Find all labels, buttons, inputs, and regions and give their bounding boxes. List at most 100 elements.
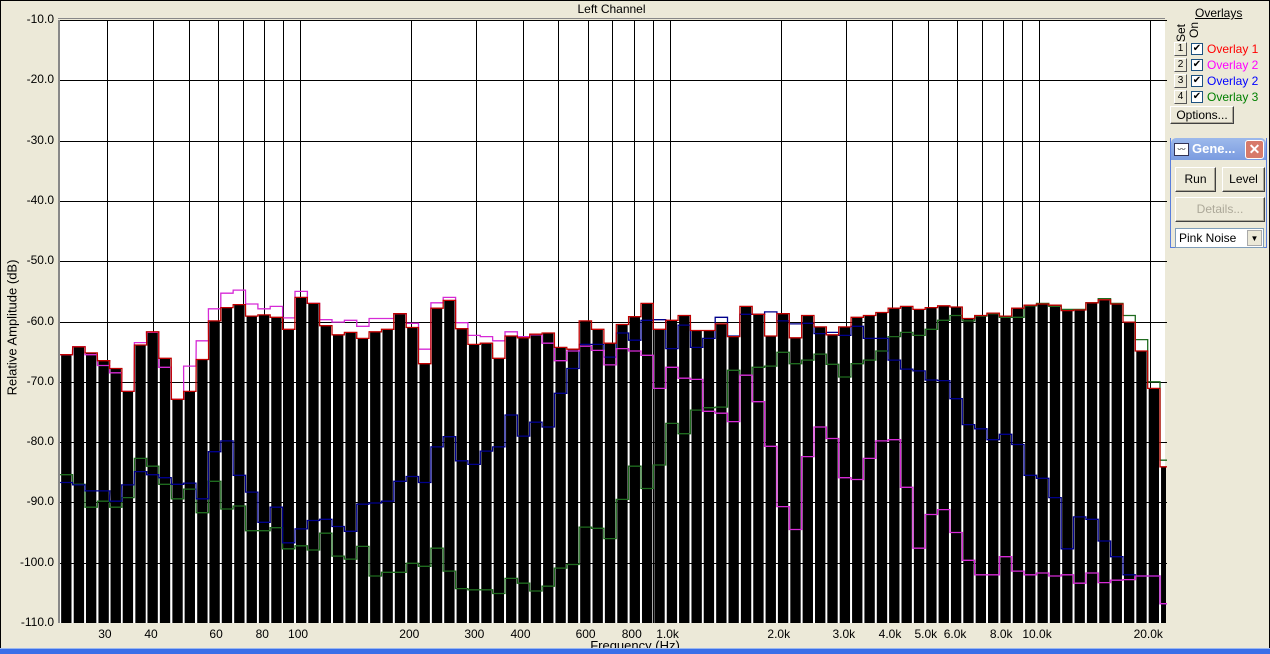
spectrum-bar [1062,310,1073,623]
x-tick-label: 6.0k [943,627,967,641]
chart-title: Left Channel [58,1,1165,19]
chevron-down-icon[interactable]: ▼ [1247,230,1262,246]
overlay-on-checkbox[interactable]: ✔ [1191,90,1203,103]
spectrum-bar [407,327,418,623]
overlay-set-button[interactable]: 2 [1174,57,1187,72]
spectrum-bar [1012,308,1024,623]
spectrum-bar [666,320,678,623]
on-column-header: On [1187,21,1201,38]
overlay-label: Overlay 3 [1207,89,1259,104]
spectrum-bar [604,343,616,623]
spectrum-bar [938,305,949,623]
x-tick-label: 2.0k [767,627,791,641]
y-tick-label: -20.0 [26,72,54,87]
y-tick-label: -40.0 [26,192,54,207]
x-tick-label: 200 [399,627,420,641]
spectrum-bar [320,325,331,623]
spectrum-bar [110,368,121,623]
spectrum-bar [246,316,257,623]
signal-select[interactable]: Pink Noise ▼ [1175,228,1264,248]
y-tick-label: -90.0 [26,494,54,509]
spectrum-bar [493,358,505,623]
spectrum-bar [679,315,690,623]
x-tick-label: 4.0k [878,627,902,641]
run-button[interactable]: Run [1175,167,1216,192]
y-tick-label: -70.0 [26,373,54,388]
level-button[interactable]: Level [1222,167,1265,192]
spectrum-bar [135,345,146,623]
spectrum-bar [122,391,134,623]
spectrum-bar [431,308,443,623]
close-icon[interactable]: ✕ [1245,140,1264,159]
overlay-row-1: 1 ✔ Overlay 1 [1174,41,1258,56]
x-tick-label: 40 [144,627,158,641]
spectrum-bar [1161,466,1166,623]
spectrum-bar [827,334,838,623]
y-tick-label: -60.0 [26,313,54,328]
x-tick-label: 10.0k [1022,627,1052,641]
x-tick-label: 60 [209,627,223,641]
spectrum-bar [815,326,826,623]
signal-select-value: Pink Noise [1179,231,1237,245]
spectrum-bar [975,315,987,623]
overlay-label: Overlay 1 [1207,41,1259,56]
overlay-set-button[interactable]: 3 [1174,73,1187,88]
spectrum-bar [654,329,665,623]
spectrum-bar [1111,304,1122,623]
overlay-row-4: 4 ✔ Overlay 3 [1174,89,1258,104]
spectrum-bar [172,399,183,623]
overlays-title: Overlays [1195,6,1243,20]
overlay-on-checkbox[interactable]: ✔ [1191,58,1203,71]
y-tick-label: -10.0 [26,12,54,26]
overlay-row-2: 2 ✔ Overlay 2 [1174,57,1258,72]
window-bottom-border [0,648,1270,654]
spectrum-bar [296,297,307,623]
spectrum-bar [988,313,999,623]
spectrum-bar [567,349,579,623]
spectrum-bar [1000,316,1011,623]
spectrum-bar [950,307,962,623]
spectrum-bar [728,336,739,623]
spectrum-bar [357,338,369,623]
spectrum-bar [481,343,492,623]
spectrum-bar [530,334,542,623]
spectrum-bar [1074,310,1085,623]
overlay-on-checkbox[interactable]: ✔ [1191,74,1203,87]
spectrum-bar [839,326,851,623]
spectrum-bar [926,307,937,623]
spectrum-bar [345,332,356,623]
spectrum-bar [1099,299,1110,623]
spectrum-bar [382,329,393,623]
spectrum-bar [308,303,319,623]
plot-svg [60,20,1167,623]
y-tick-label: -110.0 [20,615,54,629]
spectrum-bar [864,315,875,623]
overlay-on-checkbox[interactable]: ✔ [1191,42,1203,55]
x-tick-label: 8.0k [989,627,1013,641]
generator-title: Gene... [1192,141,1236,156]
options-button[interactable]: Options... [1170,106,1234,124]
spectrum-bar [876,312,888,623]
y-tick-label: -80.0 [26,434,54,449]
spectrum-bar [617,324,628,623]
spectrum-bar [592,329,603,623]
spectrum-bar [753,314,764,623]
spectrum-bar [370,331,381,623]
x-tick-label: 30 [98,627,112,641]
overlay-label: Overlay 2 [1207,57,1259,72]
x-tick-label: 80 [255,627,269,641]
spectrum-bar [444,300,455,623]
spectrum-bar [740,306,752,623]
spectrum-bar [85,352,97,623]
spectrum-bar [61,354,72,623]
spectrum-bar [332,334,344,623]
spectrum-plot[interactable] [58,20,1167,623]
overlay-set-button[interactable]: 1 [1174,41,1187,56]
overlay-set-button[interactable]: 4 [1174,89,1187,104]
spectrum-bar [765,335,776,623]
generator-titlebar[interactable]: 〰 Gene... ✕ [1171,138,1266,160]
spectrum-bar [1123,322,1135,623]
spectrum-bar [221,307,233,623]
spectrum-bar [1136,351,1147,623]
details-button[interactable]: Details... [1175,197,1265,222]
